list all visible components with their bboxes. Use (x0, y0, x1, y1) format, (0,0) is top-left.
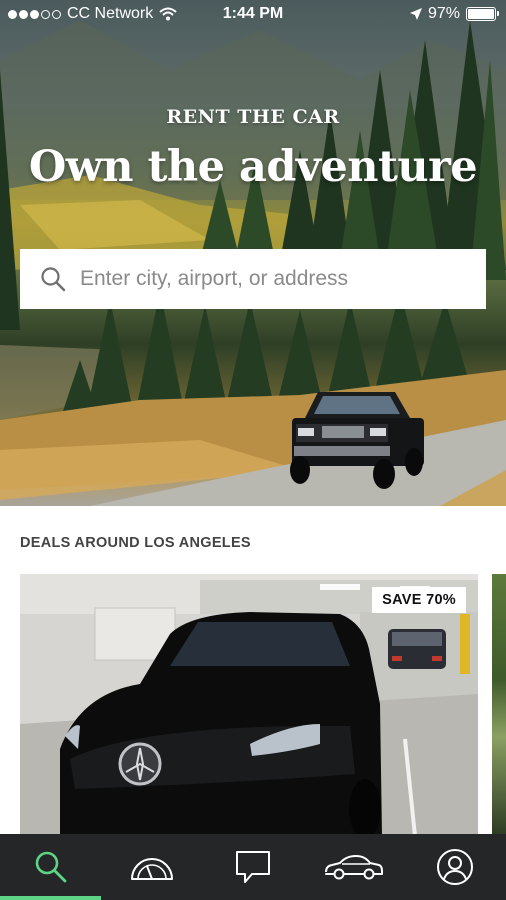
location-arrow-icon (409, 8, 422, 20)
deal-card[interactable]: SAVE 70% (20, 574, 478, 836)
search-icon (35, 851, 66, 883)
next-deal-card-peek[interactable] (492, 574, 506, 836)
deals-section-title: DEALS AROUND LOS ANGELES (20, 535, 251, 551)
brand-logo-text: RENT THE CAR (166, 106, 340, 128)
battery-percent: 97% (427, 5, 460, 22)
bottom-tab-bar (0, 834, 506, 900)
search-icon (41, 267, 66, 292)
tab-cars[interactable] (304, 834, 405, 900)
discount-badge: SAVE 70% (372, 587, 466, 613)
hero-banner: CC Network 1:44 PM 97% RENT THE CAR Own … (0, 0, 506, 506)
chat-icon (236, 851, 270, 883)
deal-car-image (20, 574, 478, 836)
tab-profile[interactable] (405, 834, 506, 900)
hero-headline: Own the adventure (28, 142, 478, 192)
tab-search[interactable] (0, 834, 102, 900)
location-search-input[interactable] (80, 267, 460, 291)
speedometer-icon (130, 858, 173, 880)
search-bar[interactable] (20, 249, 486, 309)
car-icon (325, 855, 384, 880)
profile-icon (437, 849, 474, 885)
tab-trips[interactable] (101, 834, 202, 900)
battery-icon (466, 7, 499, 21)
tab-messages[interactable] (202, 834, 303, 900)
status-bar: CC Network 1:44 PM 97% (0, 0, 506, 28)
